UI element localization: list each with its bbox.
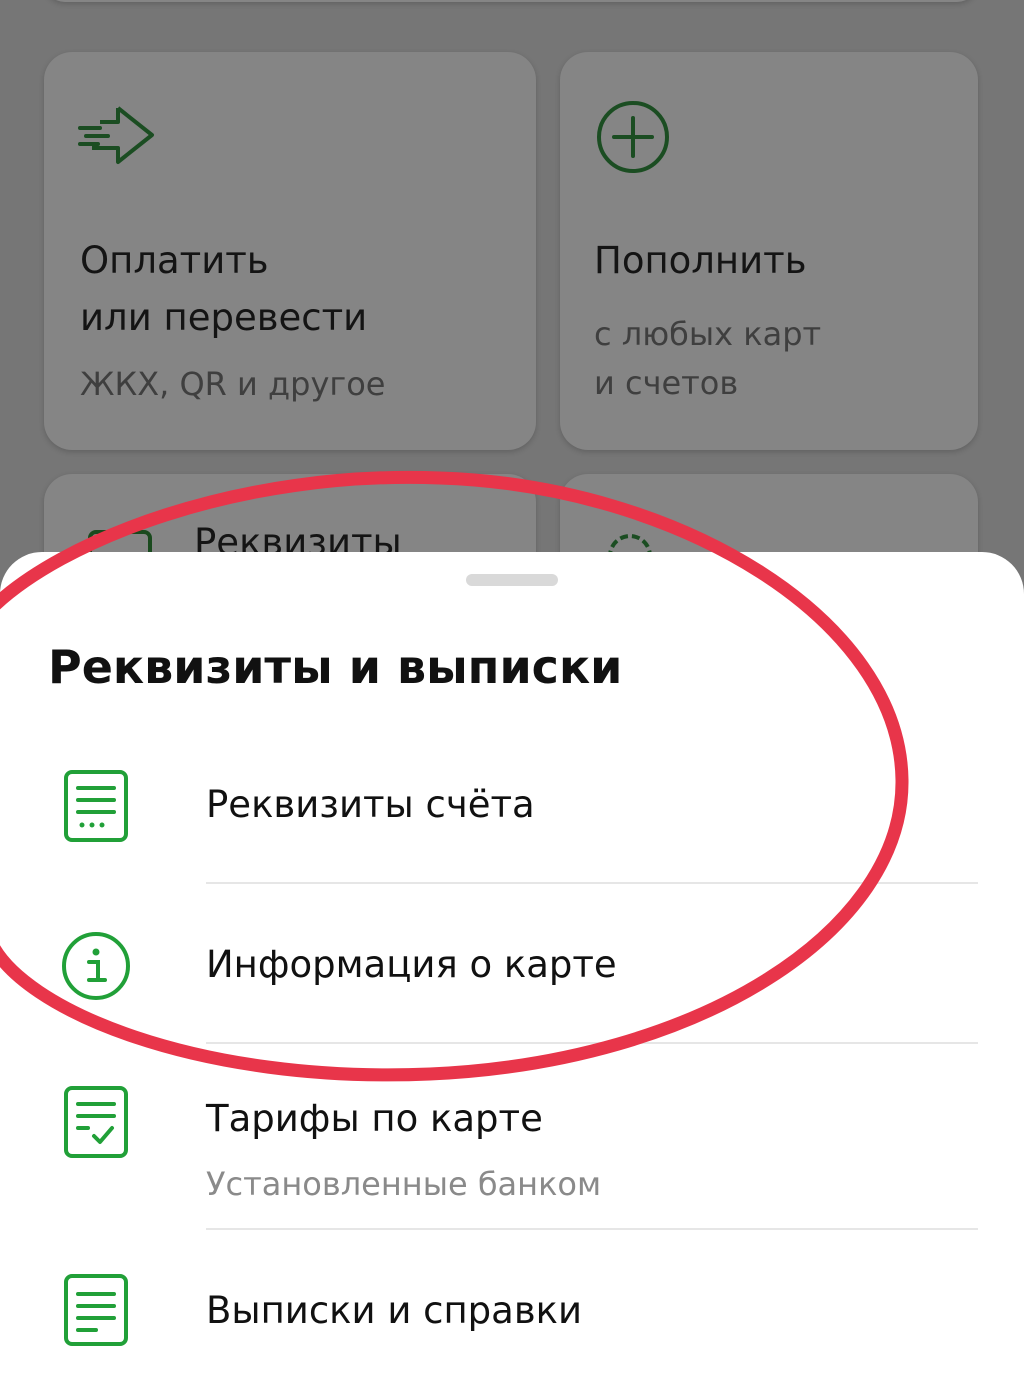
divider bbox=[206, 1042, 978, 1044]
menu-item-statements[interactable]: Выписки и справки bbox=[0, 1252, 1024, 1389]
sheet-grabber[interactable] bbox=[466, 574, 558, 586]
menu-item-label: Информация о карте bbox=[206, 943, 617, 986]
divider bbox=[206, 1228, 978, 1230]
transfer-arrow-icon bbox=[78, 100, 158, 170]
menu-item-label: Тарифы по карте bbox=[206, 1097, 543, 1140]
top-up-card[interactable]: Пополнить с любых карт и счетов bbox=[560, 52, 978, 450]
sheet-title: Реквизиты и выписки bbox=[48, 640, 623, 694]
divider bbox=[206, 882, 978, 884]
menu-item-subtitle: Установленные банком bbox=[206, 1165, 602, 1203]
menu-item-label: Выписки и справки bbox=[206, 1289, 583, 1332]
plus-circle-icon bbox=[594, 98, 672, 176]
card-top-partial bbox=[44, 0, 978, 2]
menu-item-label: Реквизиты счёта bbox=[206, 783, 535, 826]
document-lines-icon bbox=[60, 1272, 132, 1348]
document-check-icon bbox=[60, 1084, 132, 1160]
pay-card-title: Оплатить или перевести bbox=[80, 239, 368, 339]
pay-or-transfer-card[interactable]: Оплатить или перевести ЖКХ, QR и другое bbox=[44, 52, 536, 450]
screen: Оплатить или перевести ЖКХ, QR и другое … bbox=[0, 0, 1024, 1389]
menu-item-account-requisites[interactable]: Реквизиты счёта bbox=[0, 748, 1024, 888]
info-circle-icon bbox=[60, 928, 132, 1004]
bottom-sheet: Реквизиты и выписки Реквизиты счёта Инфо… bbox=[0, 552, 1024, 1389]
pay-card-subtitle: ЖКХ, QR и другое bbox=[80, 365, 386, 403]
menu-item-card-info[interactable]: Информация о карте bbox=[0, 904, 1024, 1044]
top-up-card-title: Пополнить bbox=[594, 239, 807, 282]
menu-item-card-tariffs[interactable]: Тарифы по карте Установленные банком bbox=[0, 1064, 1024, 1234]
document-list-icon bbox=[60, 768, 132, 844]
top-up-card-subtitle: с любых карт и счетов bbox=[594, 315, 822, 402]
